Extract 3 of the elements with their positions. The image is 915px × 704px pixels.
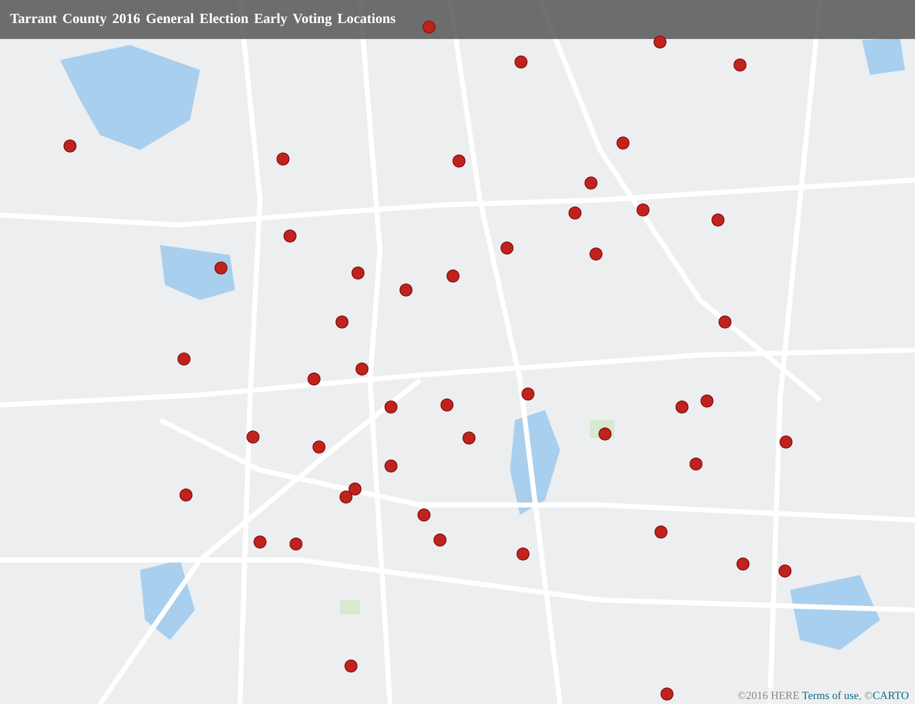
terms-link[interactable]: Terms of use xyxy=(802,690,859,702)
provider-link[interactable]: CARTO xyxy=(872,690,909,702)
map-title: Tarrant County 2016 General Election Early Voting Locations xyxy=(10,12,396,28)
